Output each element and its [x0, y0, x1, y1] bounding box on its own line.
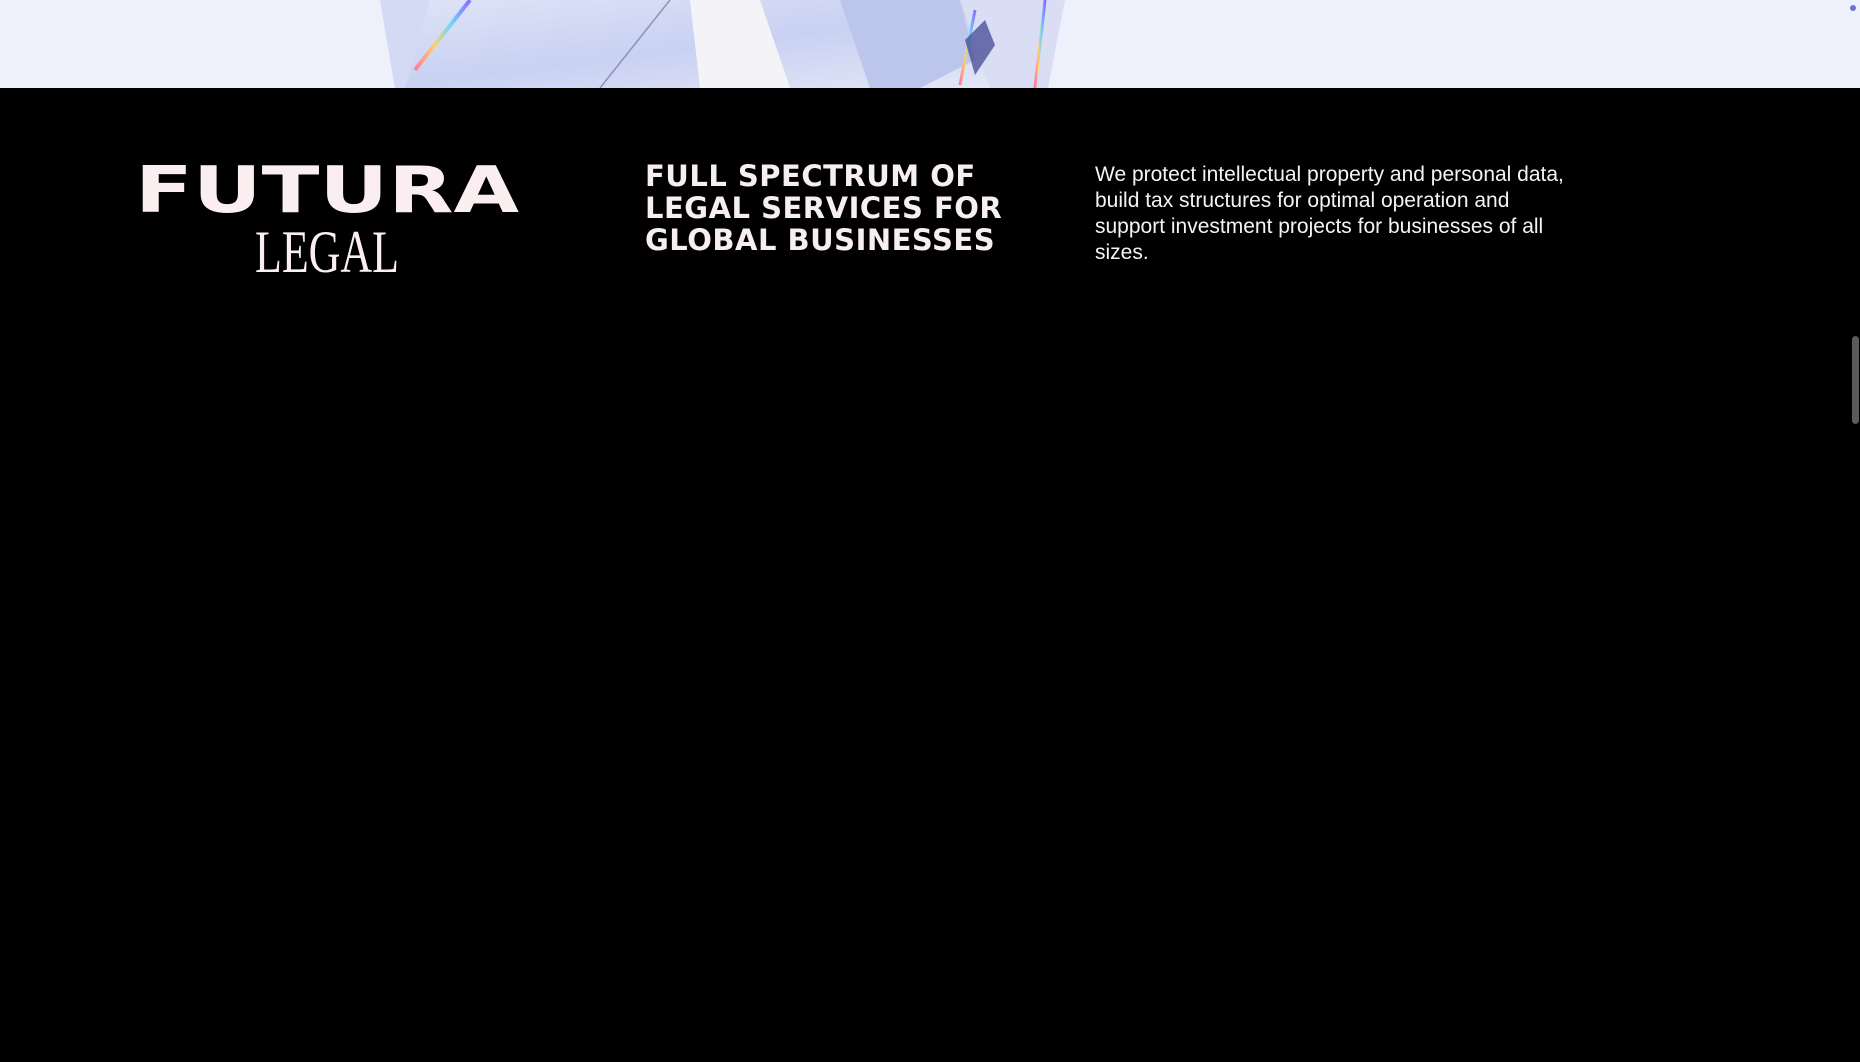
- futura-legal-logo[interactable]: FUTURA LEGAL: [134, 160, 520, 280]
- logo-primary: FUTURA: [135, 160, 520, 228]
- footer: FUTURA LEGAL FULL SPECTRUM OF LEGAL SERV…: [0, 88, 1860, 1062]
- scrollbar[interactable]: [1848, 0, 1860, 1062]
- hero-image-strip: [0, 0, 1860, 88]
- scrollbar-thumb[interactable]: [1852, 336, 1859, 424]
- footer-tagline: FULL SPECTRUM OF LEGAL SERVICES FOR GLOB…: [645, 159, 1003, 257]
- footer-description: We protect intellectual property and per…: [1095, 163, 1564, 264]
- logo-secondary: LEGAL: [255, 219, 399, 280]
- page: FUTURA LEGAL FULL SPECTRUM OF LEGAL SERV…: [0, 0, 1860, 1062]
- crystal-image: [380, 0, 1065, 88]
